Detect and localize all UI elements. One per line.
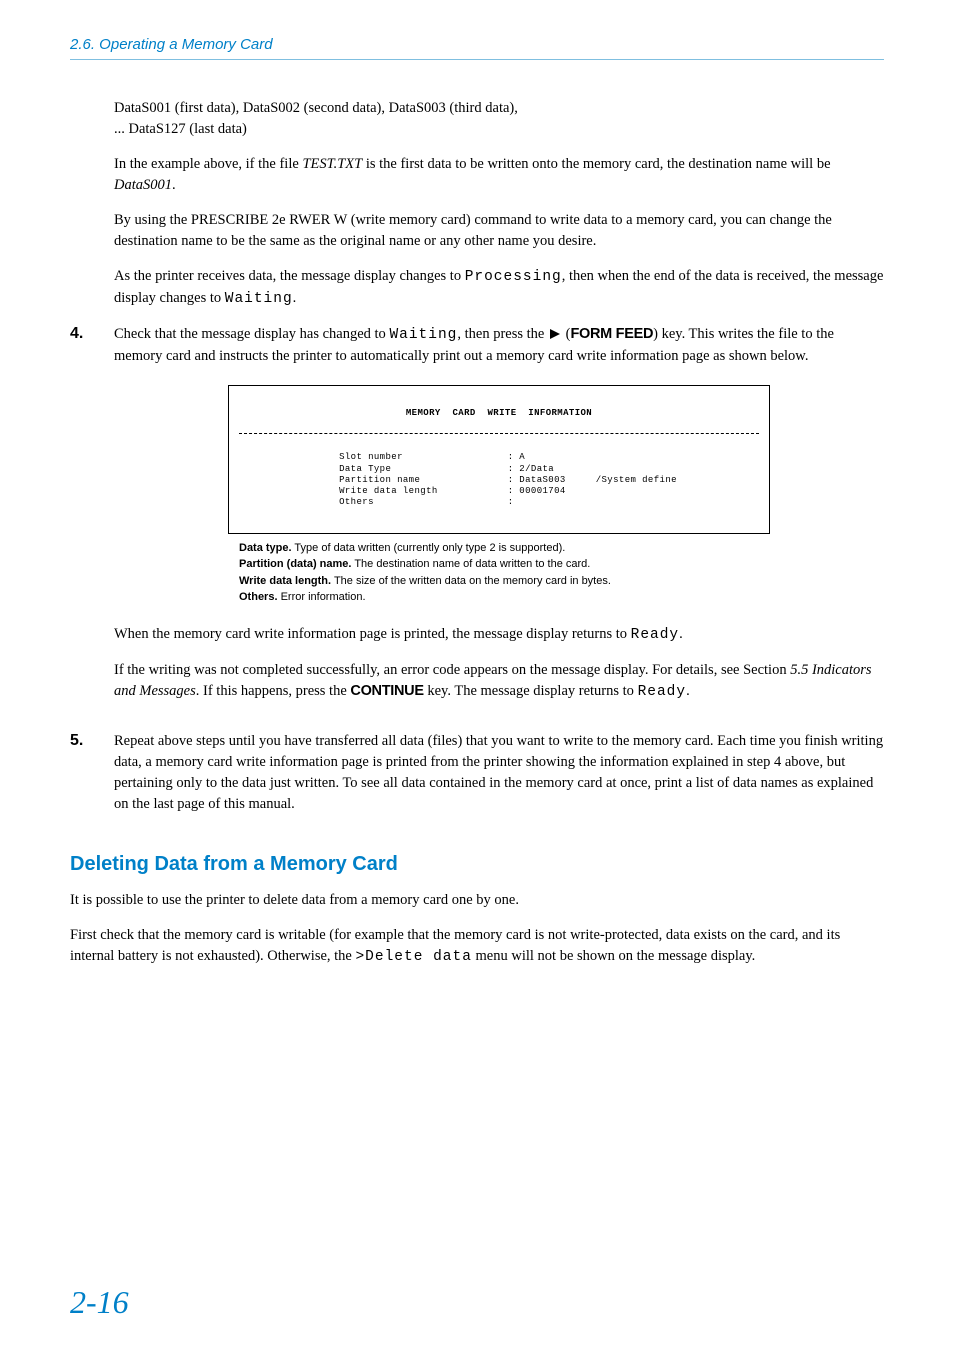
- delete-p1: It is possible to use the printer to del…: [70, 890, 884, 911]
- printout-value: : DataS003: [508, 475, 566, 486]
- printout-label: Slot number: [339, 452, 438, 463]
- after-print-text-a: When the memory card write information p…: [114, 626, 631, 642]
- delete-p2-text-b: menu will not be shown on the message di…: [472, 948, 755, 964]
- error-paragraph: If the writing was not completed success…: [114, 660, 884, 703]
- page-number-text: 2-16: [70, 1284, 129, 1320]
- legend-label: Partition (data) name.: [239, 558, 351, 570]
- intro-line2-text: ... DataS127 (last data): [114, 121, 247, 137]
- example-destname: DataS001: [114, 177, 172, 193]
- waiting-display-2: Waiting: [389, 327, 457, 343]
- processing-display: Processing: [465, 269, 562, 285]
- printout-row-write-data-length: Write data length : 00001704: [339, 486, 677, 497]
- right-triangle-icon: [550, 329, 560, 339]
- prescribe-text: By using the PRESCRIBE 2e RWER W (write …: [114, 212, 832, 249]
- printout-value: : 2/Data: [508, 464, 566, 475]
- step-5-number: 5.: [70, 732, 114, 750]
- legend-row-partition-name: Partition (data) name. The destination n…: [239, 556, 759, 573]
- error-text-a: If the writing was not completed success…: [114, 662, 790, 678]
- example-text-c: .: [172, 177, 176, 193]
- intro-line1-text: DataS001 (first data), DataS002 (second …: [114, 100, 518, 116]
- legend-label: Data type.: [239, 542, 292, 554]
- legend-row-others: Others. Error information.: [239, 589, 759, 606]
- prescribe-paragraph: By using the PRESCRIBE 2e RWER W (write …: [114, 210, 884, 252]
- printout-value: : A: [508, 452, 566, 463]
- printout-title: MEMORY CARD WRITE INFORMATION: [239, 408, 759, 419]
- example-text-b: is the first data to be written onto the…: [362, 156, 830, 172]
- step-5-paragraph: Repeat above steps until you have transf…: [114, 731, 884, 815]
- step-4: 4. Check that the message display has ch…: [70, 324, 884, 717]
- example-text-a: In the example above, if the file: [114, 156, 302, 172]
- printout-row-partition-name: Partition name : DataS003/System define: [339, 475, 677, 486]
- printout-value: :: [508, 497, 566, 508]
- waiting-display-1: Waiting: [225, 291, 293, 307]
- legend-text: The destination name of data written to …: [351, 558, 590, 570]
- continue-key: CONTINUE: [350, 683, 423, 699]
- section-header: 2.6. Operating a Memory Card: [70, 36, 884, 60]
- printout-divider: [239, 433, 759, 434]
- step-4-paragraph: Check that the message display has chang…: [114, 324, 884, 367]
- step4-text-a: Check that the message display has chang…: [114, 326, 389, 342]
- step-4-number: 4.: [70, 325, 114, 343]
- printout-row-data-type: Data Type : 2/Data: [339, 464, 677, 475]
- printout-label: Others: [339, 497, 438, 508]
- example-filename: TEST.TXT: [302, 156, 362, 172]
- after-print-text-b: .: [679, 626, 683, 642]
- step4-text-b: , then press the: [457, 326, 548, 342]
- printout-value: : 00001704: [508, 486, 566, 497]
- printout-extra: /System define: [596, 475, 677, 486]
- form-feed-key: FORM FEED: [570, 326, 653, 342]
- printout-row-slot-number: Slot number : A: [339, 452, 677, 463]
- intro-line1: DataS001 (first data), DataS002 (second …: [114, 98, 884, 119]
- printout-label: Partition name: [339, 475, 438, 486]
- printout-label: Write data length: [339, 486, 438, 497]
- legend-label: Others.: [239, 591, 278, 603]
- legend-label: Write data length.: [239, 575, 331, 587]
- printout-label: Data Type: [339, 464, 438, 475]
- section-header-text: 2.6. Operating a Memory Card: [70, 36, 273, 53]
- legend-text: Type of data written (currently only typ…: [292, 542, 566, 554]
- ready-display-2: Ready: [638, 684, 687, 700]
- intro-line2: ... DataS127 (last data): [114, 119, 884, 140]
- printout-row-others: Others:: [339, 497, 677, 508]
- legend-text: Error information.: [278, 591, 366, 603]
- delete-data-command: >Delete data: [355, 949, 471, 965]
- error-text-d: .: [686, 683, 690, 699]
- error-text-c: key. The message display returns to: [424, 683, 638, 699]
- printout-table: Slot number : A Data Type : 2/Data Partiti…: [321, 452, 677, 508]
- printout-extra: [596, 464, 677, 475]
- step5-text: Repeat above steps until you have transf…: [114, 733, 883, 812]
- after-print-paragraph: When the memory card write information p…: [114, 624, 884, 646]
- printout-legend: Data type. Type of data written (current…: [239, 540, 759, 606]
- delete-heading: Deleting Data from a Memory Card: [70, 853, 884, 876]
- printout-extra: [596, 486, 677, 497]
- delete-p1-text: It is possible to use the printer to del…: [70, 892, 519, 908]
- receives-text-c: .: [293, 290, 297, 306]
- legend-text: The size of the written data on the memo…: [331, 575, 611, 587]
- receives-paragraph: As the printer receives data, the messag…: [114, 266, 884, 310]
- receives-text-a: As the printer receives data, the messag…: [114, 268, 465, 284]
- delete-heading-text: Deleting Data from a Memory Card: [70, 853, 398, 875]
- printout-box: MEMORY CARD WRITE INFORMATION Slot numbe…: [228, 385, 770, 534]
- delete-p2: First check that the memory card is writ…: [70, 925, 884, 968]
- step-5: 5. Repeat above steps until you have tra…: [70, 731, 884, 829]
- example-paragraph: In the example above, if the file TEST.T…: [114, 154, 884, 196]
- error-text-b: . If this happens, press the: [196, 683, 351, 699]
- legend-row-data-type: Data type. Type of data written (current…: [239, 540, 759, 557]
- printout-extra: [596, 497, 677, 508]
- ready-display-1: Ready: [631, 627, 680, 643]
- page-number: 2-16: [70, 1284, 129, 1321]
- printout-extra: [596, 452, 677, 463]
- legend-row-write-data-length: Write data length. The size of the writt…: [239, 573, 759, 590]
